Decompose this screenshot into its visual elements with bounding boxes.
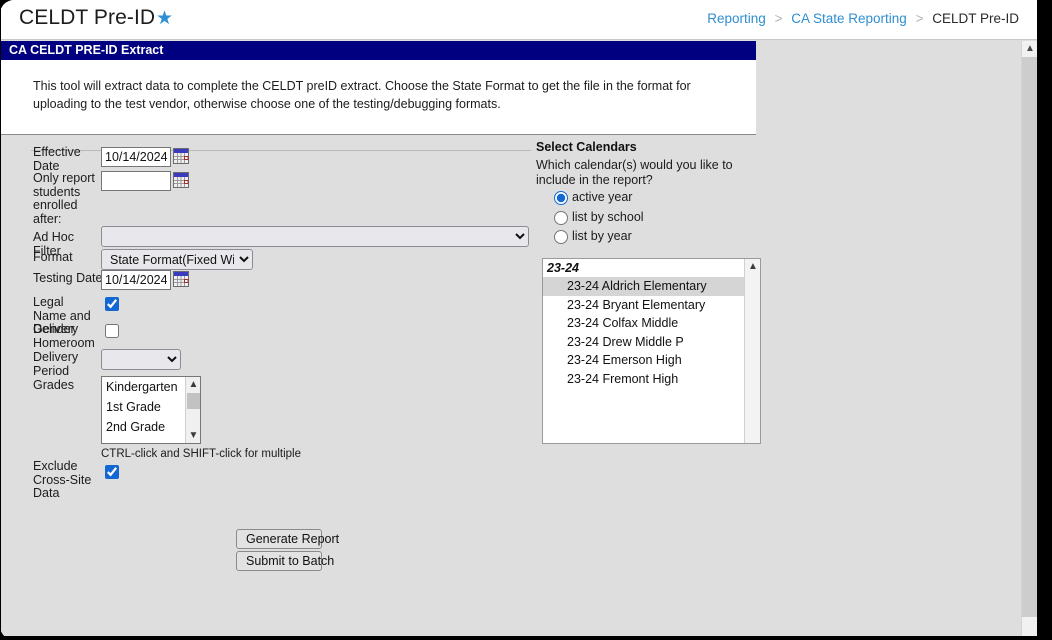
calendar-list-item[interactable]: 23-24 Bryant Elementary [543,296,760,315]
active-year-radio[interactable] [554,191,568,205]
calendar-list-item[interactable]: 23-24 Aldrich Elementary [543,277,760,296]
ad-hoc-filter-select[interactable] [101,226,529,247]
calendar-listbox[interactable]: 23-24 23-24 Aldrich Elementary 23-24 Bry… [542,258,761,444]
list-by-school-radio[interactable] [554,211,568,225]
format-label: Format [33,250,73,264]
calendar-listbox-scrollbar[interactable]: ▲ [744,259,760,443]
title-bar: CELDT Pre-ID ★ Reporting > CA State Repo… [1,0,1037,40]
select-calendars-title: Select Calendars [536,140,637,154]
chevron-up-icon[interactable]: ▲ [1022,41,1037,57]
page-scrollbar[interactable]: ▲ [1021,41,1037,636]
chevron-down-icon[interactable]: ▼ [186,428,200,443]
browser-window: CELDT Pre-ID ★ Reporting > CA State Repo… [0,0,1052,640]
chevron-right-icon: > [774,11,783,26]
list-by-school-label: list by school [572,210,644,224]
calendar-icon[interactable] [173,271,189,287]
exclude-cross-site-checkbox[interactable] [105,465,119,479]
grades-label: Grades [33,378,74,392]
calendar-icon[interactable] [173,148,189,164]
generate-report-button[interactable]: Generate Report [236,529,339,549]
breadcrumb-item-ca-state-reporting[interactable]: CA State Reporting [791,11,907,26]
grades-hint: CTRL-click and SHIFT-click for multiple [101,448,302,460]
grades-scrollbar[interactable]: ▲ ▼ [185,377,200,443]
active-year-label: active year [572,190,633,204]
legal-name-gender-checkbox[interactable] [105,297,119,311]
format-select[interactable]: State Format(Fixed Width) [101,249,253,270]
effective-date-label: Effective Date [33,145,81,173]
panel-header-title: CA CELDT PRE-ID Extract [1,41,756,60]
page-viewport: CELDT Pre-ID ★ Reporting > CA State Repo… [1,0,1037,636]
delivery-period-select[interactable] [101,349,181,370]
select-calendars-question: Which calendar(s) would you like to incl… [536,158,733,187]
testing-date-input[interactable] [101,270,171,290]
star-icon[interactable]: ★ [156,9,173,28]
delivery-homeroom-label: Delivery Homeroom [33,322,95,350]
extract-panel: CA CELDT PRE-ID Extract This tool will e… [1,41,756,135]
calendar-list-item[interactable]: 23-24 Drew Middle P [543,333,760,352]
enrolled-after-label: Only report students enrolled after: [33,171,95,226]
calendar-list-item[interactable]: 23-24 Colfax Middle [543,314,760,333]
scrollbar-thumb[interactable] [187,393,200,409]
breadcrumb: Reporting > CA State Reporting > CELDT P… [707,11,1019,26]
report-options-form: Effective Date Only report students enro… [1,145,1037,636]
chevron-up-icon[interactable]: ▲ [186,377,200,392]
delivery-homeroom-checkbox[interactable] [105,324,119,338]
testing-date-label: Testing Date [33,271,103,285]
delivery-period-label: Delivery Period [33,350,79,378]
grades-listbox[interactable]: Kindergarten 1st Grade 2nd Grade ▲ ▼ [101,376,201,444]
breadcrumb-item-current: CELDT Pre-ID [932,11,1019,26]
calendar-list-item[interactable]: 23-24 Fremont High [543,370,760,389]
calendar-list-item[interactable]: 23-24 Emerson High [543,351,760,370]
list-by-year-label: list by year [572,229,632,243]
chevron-up-icon[interactable]: ▲ [745,259,760,275]
exclude-cross-site-label: Exclude Cross-Site Data [33,459,92,500]
enrolled-after-input[interactable] [101,171,171,191]
calendar-icon[interactable] [173,172,189,188]
scrollbar-thumb[interactable] [1022,57,1037,617]
panel-description: This tool will extract data to complete … [33,79,691,111]
page-title: CELDT Pre-ID [19,6,156,29]
chevron-right-icon: > [915,11,924,26]
calendar-group-label: 23-24 [547,261,579,275]
submit-to-batch-button[interactable]: Submit to Batch [236,551,334,571]
list-by-year-radio[interactable] [554,230,568,244]
effective-date-input[interactable] [101,147,171,167]
breadcrumb-item-reporting[interactable]: Reporting [707,11,766,26]
